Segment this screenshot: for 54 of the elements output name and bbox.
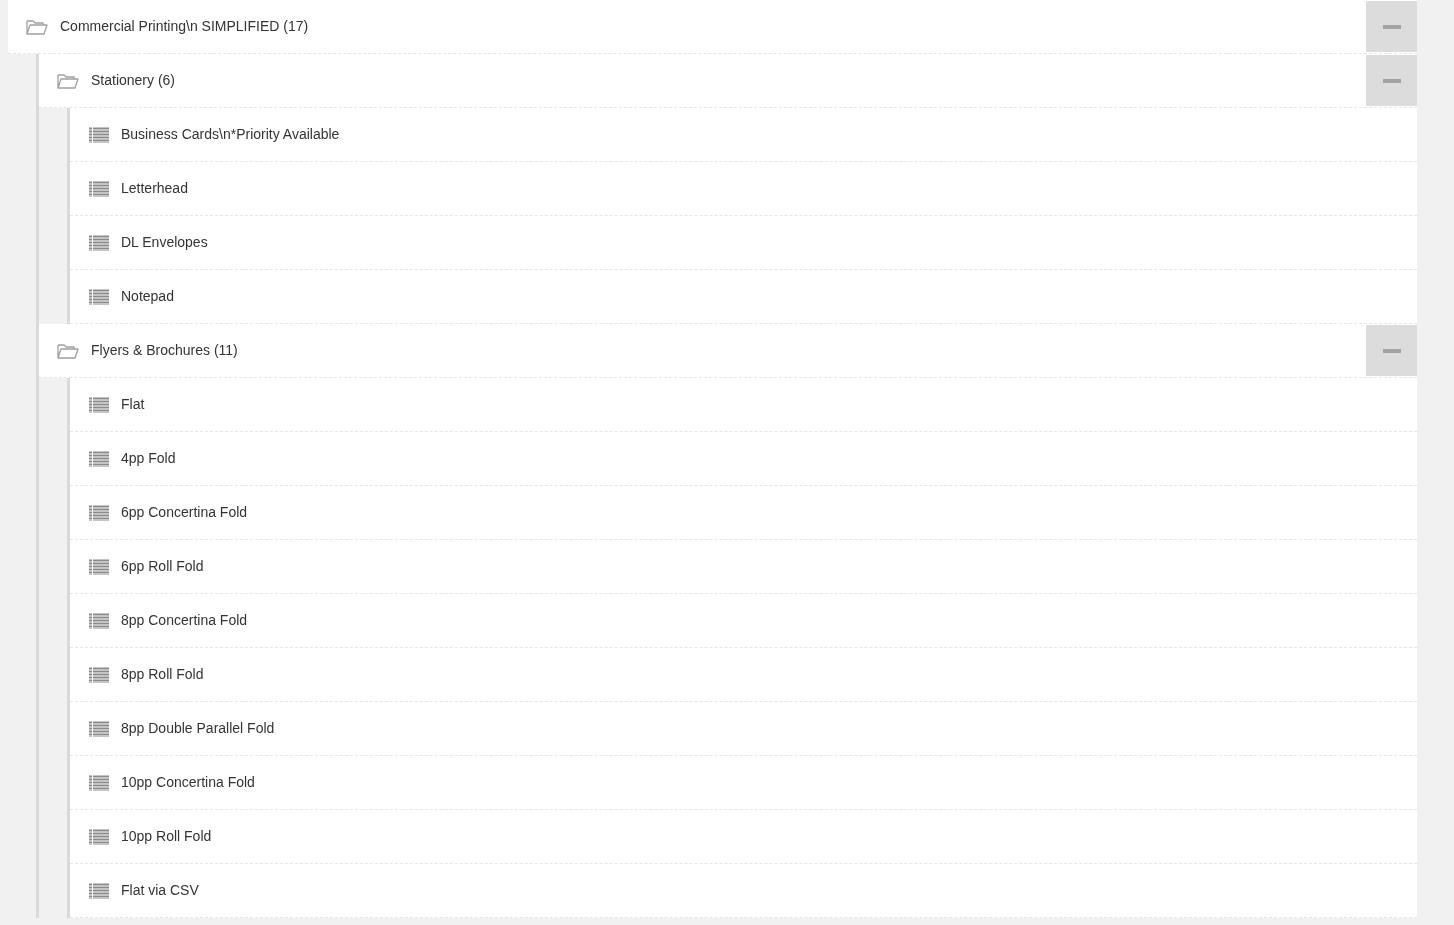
list-item-row[interactable]: Notepad bbox=[70, 270, 1417, 324]
list-item-row[interactable]: Flat via CSV bbox=[70, 864, 1417, 918]
list-icon bbox=[89, 558, 109, 575]
item-label: 8pp Concertina Fold bbox=[121, 611, 248, 630]
item-label: Letterhead bbox=[121, 179, 188, 198]
list-icon bbox=[89, 882, 109, 899]
folder-icon bbox=[57, 342, 79, 359]
item-label: 8pp Double Parallel Fold bbox=[121, 719, 275, 738]
folder-row[interactable]: Flyers & Brochures (11) bbox=[39, 324, 1417, 378]
item-label: 6pp Concertina Fold bbox=[121, 503, 248, 522]
item-label: 8pp Roll Fold bbox=[121, 665, 204, 684]
item-label: 6pp Roll Fold bbox=[121, 557, 204, 576]
folder-icon bbox=[26, 18, 48, 35]
list-icon bbox=[89, 612, 109, 629]
list-item-row[interactable]: 8pp Roll Fold bbox=[70, 648, 1417, 702]
list-icon bbox=[89, 288, 109, 305]
list-item-row[interactable]: 8pp Concertina Fold bbox=[70, 594, 1417, 648]
list-icon bbox=[89, 720, 109, 737]
list-icon bbox=[89, 396, 109, 413]
list-item-row[interactable]: Flat bbox=[70, 378, 1417, 432]
item-label: Notepad bbox=[121, 287, 174, 306]
list-icon bbox=[89, 180, 109, 197]
item-label: 10pp Concertina Fold bbox=[121, 773, 255, 792]
list-item-row[interactable]: 10pp Concertina Fold bbox=[70, 756, 1417, 810]
list-icon bbox=[89, 450, 109, 467]
list-icon bbox=[89, 126, 109, 143]
folder-label: Commercial Printing\n SIMPLIFIED (17) bbox=[60, 17, 309, 36]
folder-label: Stationery (6) bbox=[91, 71, 176, 90]
list-item-row[interactable]: 10pp Roll Fold bbox=[70, 810, 1417, 864]
item-label: 4pp Fold bbox=[121, 449, 176, 468]
item-label: 10pp Roll Fold bbox=[121, 827, 212, 846]
list-icon bbox=[89, 234, 109, 251]
folder-label: Flyers & Brochures (11) bbox=[91, 341, 238, 360]
collapse-button[interactable] bbox=[1366, 325, 1417, 376]
folder-icon bbox=[57, 72, 79, 89]
list-item-row[interactable]: Business Cards\n*Priority Available bbox=[70, 108, 1417, 162]
list-item-row[interactable]: Letterhead bbox=[70, 162, 1417, 216]
list-item-row[interactable]: 6pp Concertina Fold bbox=[70, 486, 1417, 540]
collapse-button[interactable] bbox=[1366, 1, 1417, 52]
item-label: DL Envelopes bbox=[121, 233, 208, 252]
list-item-row[interactable]: 4pp Fold bbox=[70, 432, 1417, 486]
list-item-row[interactable]: 6pp Roll Fold bbox=[70, 540, 1417, 594]
list-item-row[interactable]: 8pp Double Parallel Fold bbox=[70, 702, 1417, 756]
list-icon bbox=[89, 504, 109, 521]
list-icon bbox=[89, 666, 109, 683]
folder-row[interactable]: Commercial Printing\n SIMPLIFIED (17) bbox=[8, 0, 1417, 54]
list-item-row[interactable]: DL Envelopes bbox=[70, 216, 1417, 270]
folder-row[interactable]: Stationery (6) bbox=[39, 54, 1417, 108]
collapse-button[interactable] bbox=[1366, 55, 1417, 106]
item-label: Flat via CSV bbox=[121, 881, 199, 900]
item-label: Business Cards\n*Priority Available bbox=[121, 125, 340, 144]
item-label: Flat bbox=[121, 395, 145, 414]
list-icon bbox=[89, 828, 109, 845]
list-icon bbox=[89, 774, 109, 791]
